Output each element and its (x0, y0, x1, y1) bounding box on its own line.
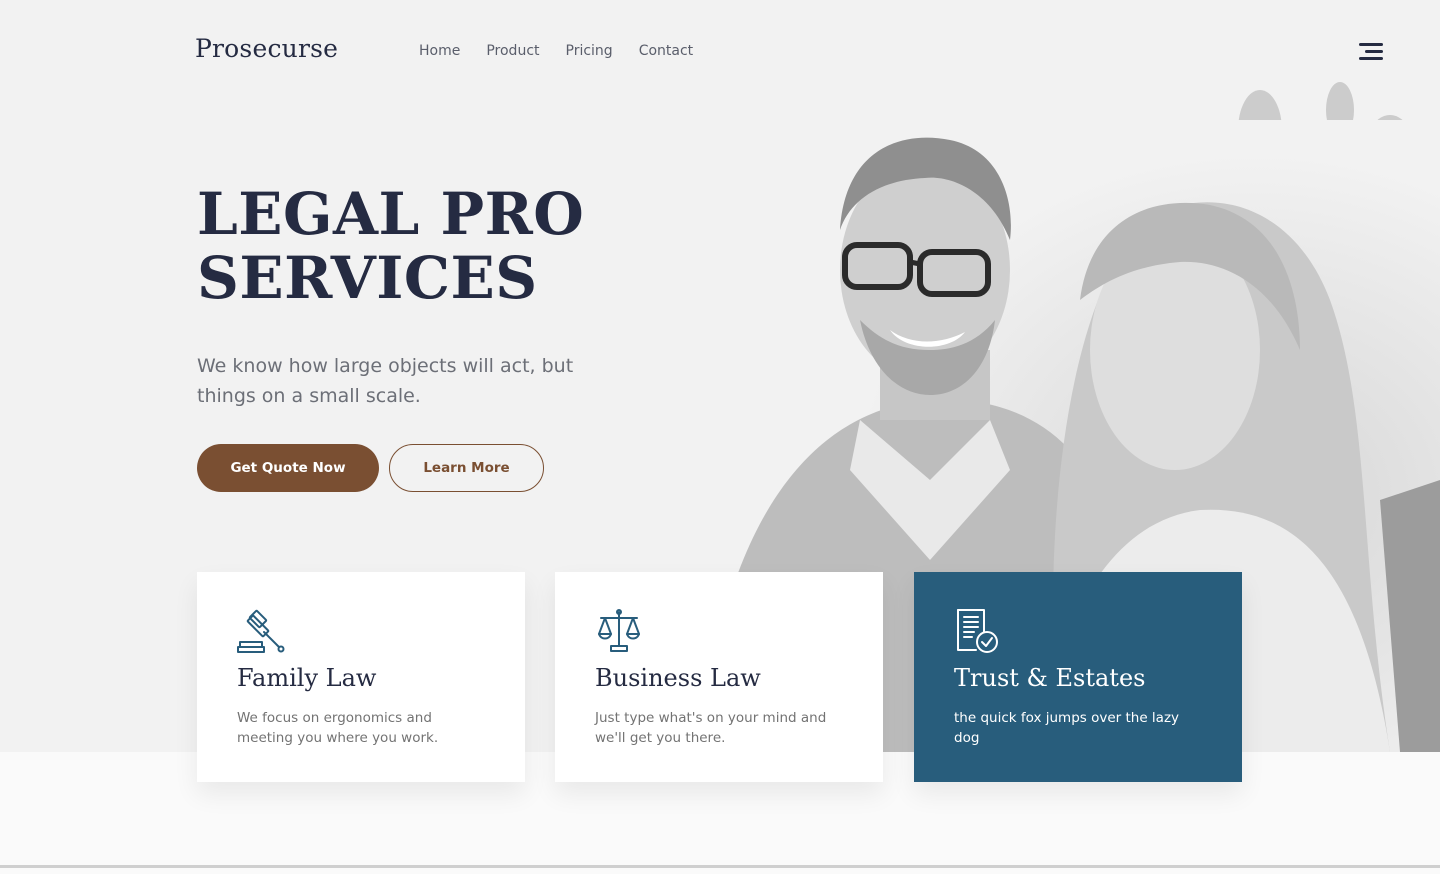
hero-title-line2: SERVICES (197, 244, 538, 312)
card-title: Family Law (237, 664, 377, 692)
hero-title-line1: LEGAL PRO (197, 180, 585, 248)
nav-product[interactable]: Product (486, 43, 539, 59)
scales-icon (598, 609, 640, 652)
service-card-family-law[interactable]: Family Law We focus on ergonomics and me… (197, 572, 525, 782)
card-description: the quick fox jumps over the lazy dog (954, 710, 1180, 746)
card-title: Trust & Estates (954, 664, 1146, 692)
nav-home[interactable]: Home (419, 43, 460, 59)
service-card-business-law[interactable]: Business Law Just type what's on your mi… (555, 572, 883, 782)
section-divider (0, 865, 1440, 868)
gavel-icon (237, 609, 285, 653)
hamburger-menu-icon[interactable] (1355, 41, 1383, 61)
get-quote-button[interactable]: Get Quote Now (197, 444, 379, 492)
hero-title: LEGAL PRO SERVICES (197, 182, 584, 310)
main-nav: Home Product Pricing Contact (419, 43, 693, 59)
document-check-icon (957, 609, 998, 653)
card-description: We focus on ergonomics and meeting you w… (237, 710, 439, 746)
nav-pricing[interactable]: Pricing (566, 43, 613, 59)
service-card-trust-estates[interactable]: Trust & Estates the quick fox jumps over… (914, 572, 1242, 782)
card-title: Business Law (595, 664, 761, 692)
brand-logo[interactable]: Prosecurse (195, 34, 338, 63)
card-description: Just type what's on your mind and we'll … (595, 710, 827, 746)
hero-subtitle: We know how large objects will act, but … (197, 355, 574, 407)
learn-more-button[interactable]: Learn More (389, 444, 544, 492)
nav-contact[interactable]: Contact (639, 43, 693, 59)
